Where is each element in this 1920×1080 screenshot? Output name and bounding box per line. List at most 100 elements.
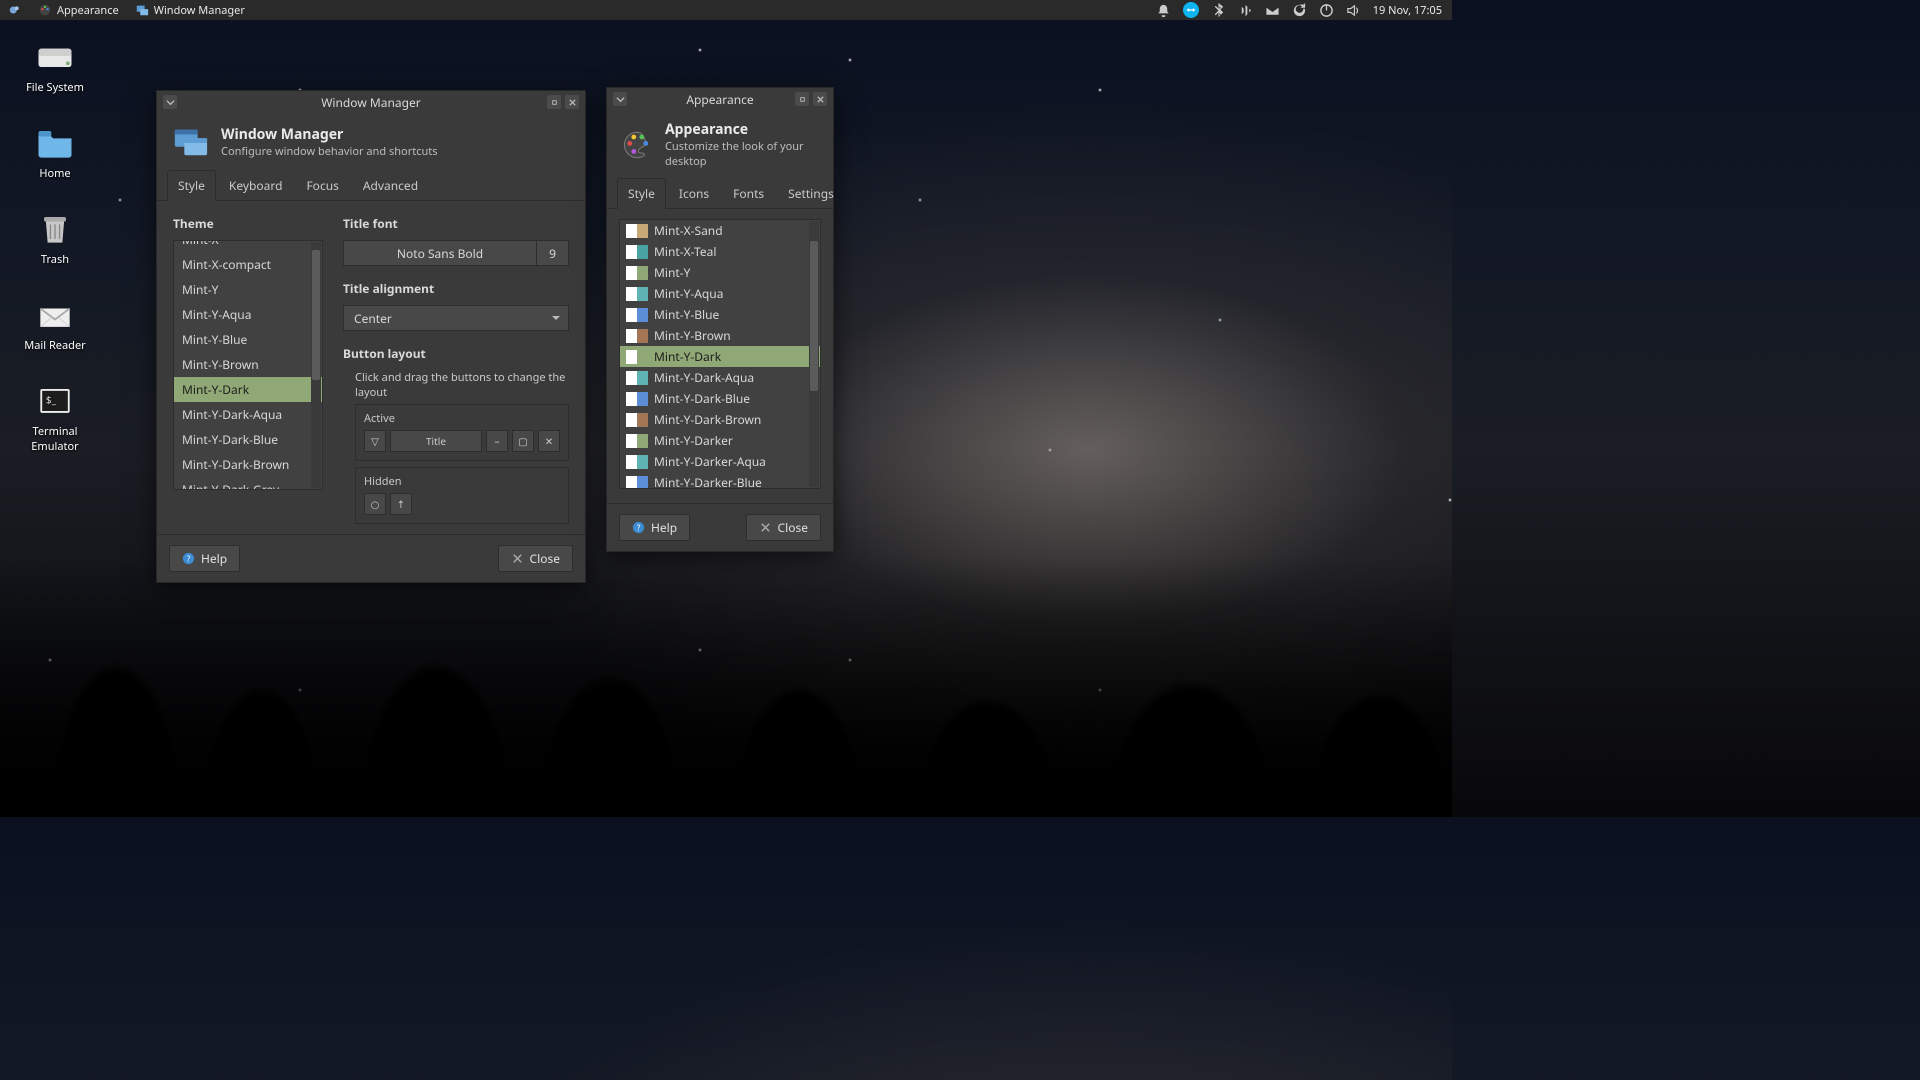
wm-theme-item[interactable]: Mint-Y — [174, 277, 322, 302]
ap-close-button[interactable] — [813, 92, 827, 106]
whisker-menu-button[interactable] — [0, 0, 30, 20]
wm-min-button[interactable] — [547, 95, 561, 109]
wm-close-button[interactable] — [565, 95, 579, 109]
swatch-icon — [626, 476, 648, 489]
wm-layout-close-button[interactable]: ✕ — [538, 430, 560, 452]
ap-style-item[interactable]: Mint-Y-Aqua — [620, 283, 820, 304]
ap-style-item[interactable]: Mint-X-Teal — [620, 241, 820, 262]
ap-style-item[interactable]: Mint-Y-Darker — [620, 430, 820, 451]
ap-titlebar[interactable]: Appearance — [607, 88, 833, 110]
swatch-icon — [626, 434, 648, 448]
wm-theme-item[interactable]: Mint-Y-Dark-Brown — [174, 452, 322, 477]
wm-help-button[interactable]: ?Help — [169, 545, 240, 572]
ap-tab-fonts[interactable]: Fonts — [722, 178, 775, 209]
ap-style-item[interactable]: Mint-Y-Blue — [620, 304, 820, 325]
wm-menu-button[interactable] — [163, 95, 177, 109]
ap-menu-button[interactable] — [613, 92, 627, 106]
wm-theme-item[interactable]: Mint-Y-Dark-Aqua — [174, 402, 322, 427]
wm-close-footer-button[interactable]: Close — [498, 545, 573, 572]
taskbar-item-appearance[interactable]: Appearance — [30, 0, 127, 20]
appearance-window: Appearance Appearance Customize the look… — [606, 87, 834, 552]
wm-titlefont-button[interactable]: Noto Sans Bold — [343, 240, 537, 266]
ap-help-button[interactable]: ?Help — [619, 514, 690, 541]
taskbar-item-window-manager[interactable]: Window Manager — [127, 0, 253, 20]
wm-layout-menu-button[interactable]: ▽ — [364, 430, 386, 452]
wm-titlefont-size[interactable]: 9 — [537, 240, 569, 266]
ap-min-button[interactable] — [795, 92, 809, 106]
notification-icon[interactable] — [1156, 3, 1171, 18]
panel-clock[interactable]: 19 Nov, 17:05 — [1373, 3, 1442, 18]
palette-icon — [38, 3, 52, 17]
wm-hidden-label: Hidden — [364, 474, 560, 489]
power-icon[interactable] — [1319, 3, 1334, 18]
desktop-icon-trash[interactable]: Trash — [10, 208, 100, 267]
desktop-icon-file-system[interactable]: File System — [10, 36, 100, 95]
folder-icon — [31, 122, 79, 162]
wm-tab-advanced[interactable]: Advanced — [352, 170, 429, 201]
ap-style-list[interactable]: Mint-X-SandMint-X-TealMint-YMint-Y-AquaM… — [619, 219, 821, 489]
swatch-icon — [626, 329, 648, 343]
wm-theme-item[interactable]: Mint-Y-Dark-Grey — [174, 477, 322, 489]
wm-tabs: StyleKeyboardFocusAdvanced — [157, 169, 585, 201]
wm-theme-item[interactable]: Mint-Y-Brown — [174, 352, 322, 377]
wm-icon — [135, 3, 149, 17]
wm-tab-focus[interactable]: Focus — [295, 170, 349, 201]
wm-theme-item[interactable]: Mint-Y-Blue — [174, 327, 322, 352]
bluetooth-icon[interactable] — [1211, 3, 1226, 18]
ap-header-icon — [621, 126, 653, 164]
mail-tray-icon[interactable] — [1265, 3, 1280, 18]
wm-theme-item[interactable]: Mint-Y-Dark-Blue — [174, 427, 322, 452]
ap-style-item[interactable]: Mint-Y-Dark-Blue — [620, 388, 820, 409]
ap-tab-style[interactable]: Style — [617, 178, 666, 209]
ap-tab-settings[interactable]: Settings — [777, 178, 845, 209]
swatch-icon — [626, 224, 648, 238]
wm-theme-scrollbar[interactable] — [311, 242, 321, 488]
ap-style-item[interactable]: Mint-X-Sand — [620, 220, 820, 241]
ap-subheading: Customize the look of your desktop — [665, 139, 819, 169]
desktop-icon-terminal-emulator[interactable]: $_Terminal Emulator — [10, 380, 100, 454]
network-icon[interactable] — [1238, 3, 1253, 18]
wm-layout-hidden-box: Hidden ○ ↑ — [355, 467, 569, 524]
swatch-icon — [626, 371, 648, 385]
ap-style-item[interactable]: Mint-Y-Darker-Blue — [620, 472, 820, 488]
wm-theme-list[interactable]: Mint-XMint-X-compactMint-YMint-Y-AquaMin… — [173, 240, 323, 490]
wm-titlefont-label: Title font — [343, 215, 569, 232]
wm-theme-item[interactable]: Mint-Y-Aqua — [174, 302, 322, 327]
ap-close-footer-button[interactable]: Close — [746, 514, 821, 541]
ap-tab-icons[interactable]: Icons — [668, 178, 720, 209]
wm-title: Window Manager — [203, 94, 539, 111]
wm-heading: Window Manager — [221, 125, 438, 144]
swatch-icon — [626, 350, 648, 364]
desktop-icon-home[interactable]: Home — [10, 122, 100, 181]
wm-tab-keyboard[interactable]: Keyboard — [218, 170, 294, 201]
desktop-icon-mail-reader[interactable]: Mail Reader — [10, 294, 100, 353]
wm-theme-item[interactable]: Mint-Y-Dark — [174, 377, 322, 402]
ap-style-item[interactable]: Mint-Y-Brown — [620, 325, 820, 346]
close-icon — [511, 552, 524, 565]
ap-style-item[interactable]: Mint-Y-Darker-Aqua — [620, 451, 820, 472]
wm-align-select[interactable]: Center — [343, 305, 569, 331]
wm-theme-item[interactable]: Mint-X — [174, 240, 322, 252]
ap-style-item[interactable]: Mint-Y-Dark-Aqua — [620, 367, 820, 388]
teamviewer-icon[interactable] — [1183, 2, 1199, 18]
wm-titlebar[interactable]: Window Manager — [157, 91, 585, 113]
ap-style-item[interactable]: Mint-Y-Dark — [620, 346, 820, 367]
updates-icon[interactable] — [1292, 3, 1307, 18]
ap-style-item[interactable]: Mint-Y-Dark-Brown — [620, 409, 820, 430]
wm-layout-shade-button[interactable]: ○ — [364, 493, 386, 515]
svg-text:$_: $_ — [46, 393, 57, 407]
wm-layout-min-button[interactable]: – — [486, 430, 508, 452]
wm-tab-style[interactable]: Style — [167, 170, 216, 201]
wm-theme-item[interactable]: Mint-X-compact — [174, 252, 322, 277]
ap-style-item[interactable]: Mint-Y — [620, 262, 820, 283]
swatch-icon — [626, 308, 648, 322]
svg-text:?: ? — [187, 553, 191, 564]
wm-align-label: Title alignment — [343, 280, 569, 297]
wm-active-label: Active — [364, 411, 560, 426]
ap-title: Appearance — [653, 91, 787, 108]
volume-icon[interactable] — [1346, 3, 1361, 18]
wm-layout-title[interactable]: Title — [390, 430, 482, 452]
wm-layout-stick-button[interactable]: ↑ — [390, 493, 412, 515]
ap-style-scrollbar[interactable] — [809, 221, 819, 487]
wm-layout-max-button[interactable]: ▢ — [512, 430, 534, 452]
